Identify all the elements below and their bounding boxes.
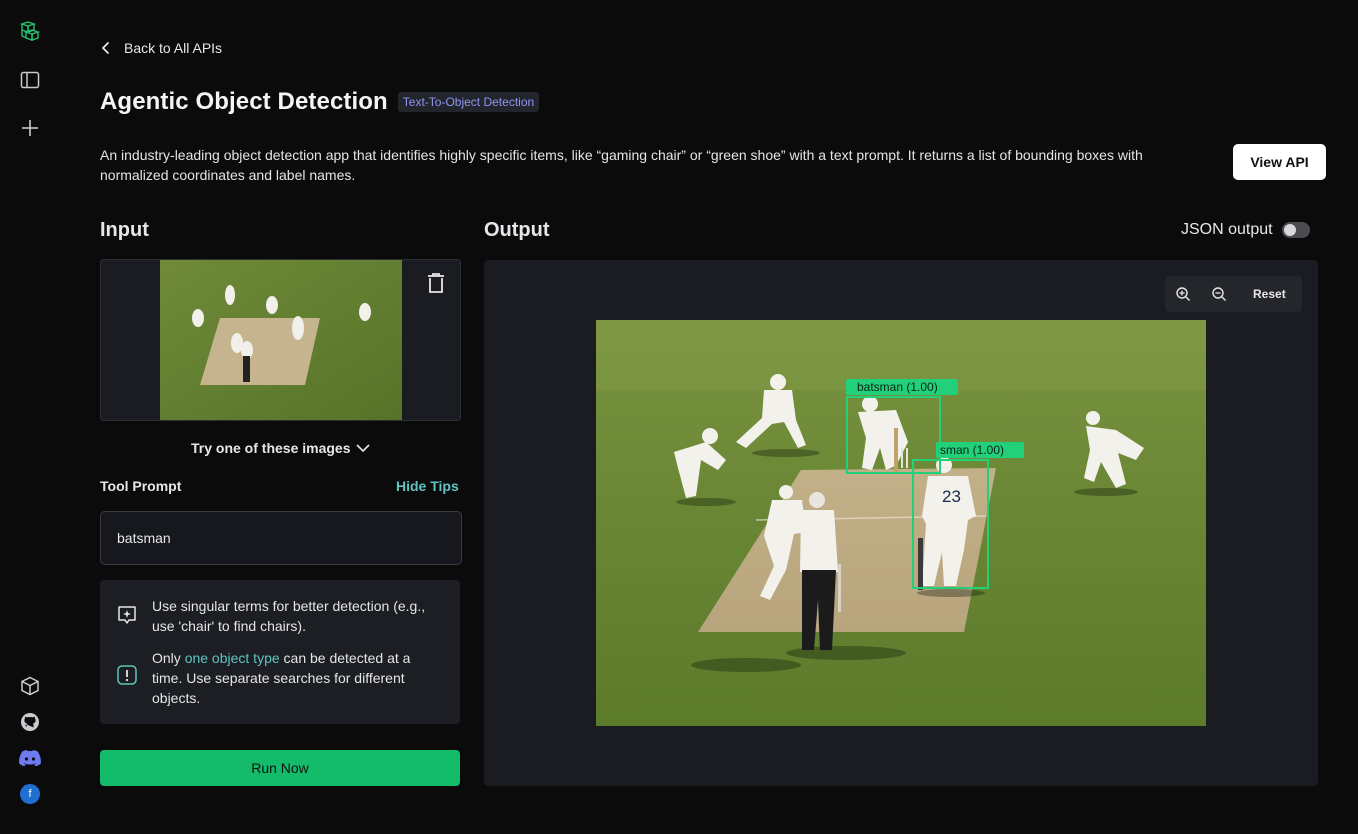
json-output-toggle[interactable] bbox=[1281, 222, 1310, 238]
output-heading: Output bbox=[484, 219, 550, 241]
alert-icon bbox=[117, 665, 137, 685]
input-heading: Input bbox=[100, 219, 149, 241]
discord-icon[interactable] bbox=[18, 746, 42, 770]
cube-icon[interactable] bbox=[18, 674, 42, 698]
tip2-prefix: Only bbox=[152, 650, 185, 666]
detection-label-2: sman (1.00) bbox=[936, 442, 1024, 458]
avatar-initial: f bbox=[20, 784, 40, 804]
zoom-out-button[interactable] bbox=[1201, 276, 1237, 312]
input-image-panel[interactable] bbox=[100, 259, 461, 421]
chevron-left-icon bbox=[102, 42, 109, 54]
chevron-down-icon bbox=[355, 444, 370, 453]
plus-icon[interactable] bbox=[18, 116, 42, 140]
json-output-label: JSON output bbox=[1181, 221, 1273, 238]
back-link[interactable]: Back to All APIs bbox=[100, 40, 222, 56]
tips-panel: Use singular terms for better detection … bbox=[100, 580, 460, 724]
category-tag: Text-To-Object Detection bbox=[397, 92, 540, 112]
zoom-controls: Reset bbox=[1165, 276, 1302, 312]
output-image-viewer[interactable]: 23 batsman (1.00) sman (1.00) bbox=[596, 320, 1206, 726]
sidebar-toggle-icon[interactable] bbox=[18, 68, 42, 92]
view-api-button[interactable]: View API bbox=[1233, 144, 1326, 180]
page-title: Agentic Object Detection bbox=[100, 88, 388, 115]
input-image-thumbnail bbox=[160, 260, 402, 420]
tip2-text: Only one object type can be detected at … bbox=[152, 648, 436, 708]
json-output-toggle-group: JSON output bbox=[1181, 221, 1310, 239]
zoom-out-icon bbox=[1212, 287, 1226, 301]
detection-label-1: batsman (1.00) bbox=[846, 379, 958, 395]
github-icon[interactable] bbox=[18, 710, 42, 734]
left-rail: f bbox=[0, 0, 60, 834]
tip1-text: Use singular terms for better detection … bbox=[152, 598, 426, 634]
hide-tips-link[interactable]: Hide Tips bbox=[396, 478, 459, 494]
detection-box-2 bbox=[912, 459, 989, 589]
page-description: An industry-leading object detection app… bbox=[100, 147, 1143, 183]
run-now-button[interactable]: Run Now bbox=[100, 750, 460, 786]
reset-zoom-button[interactable]: Reset bbox=[1253, 287, 1286, 301]
tool-prompt-input[interactable] bbox=[100, 511, 462, 565]
avatar[interactable]: f bbox=[18, 782, 42, 806]
try-sample-images-dropdown[interactable]: Try one of these images bbox=[191, 440, 370, 456]
back-link-label: Back to All APIs bbox=[124, 40, 223, 56]
sparkle-message-icon bbox=[118, 606, 136, 624]
title-row: Agentic Object Detection Text-To-Object … bbox=[100, 88, 540, 116]
tip-one-object-type: Only one object type can be detected at … bbox=[116, 648, 436, 708]
tip-singular-terms: Use singular terms for better detection … bbox=[116, 596, 436, 636]
zoom-in-icon bbox=[1176, 287, 1190, 301]
tool-prompt-label: Tool Prompt bbox=[100, 478, 182, 494]
try-images-label: Try one of these images bbox=[191, 440, 351, 456]
toggle-knob bbox=[1283, 224, 1296, 236]
logo-icon[interactable] bbox=[18, 20, 42, 44]
tip2-accent: one object type bbox=[184, 650, 280, 666]
delete-image-icon[interactable] bbox=[426, 272, 446, 294]
zoom-in-button[interactable] bbox=[1165, 276, 1201, 312]
